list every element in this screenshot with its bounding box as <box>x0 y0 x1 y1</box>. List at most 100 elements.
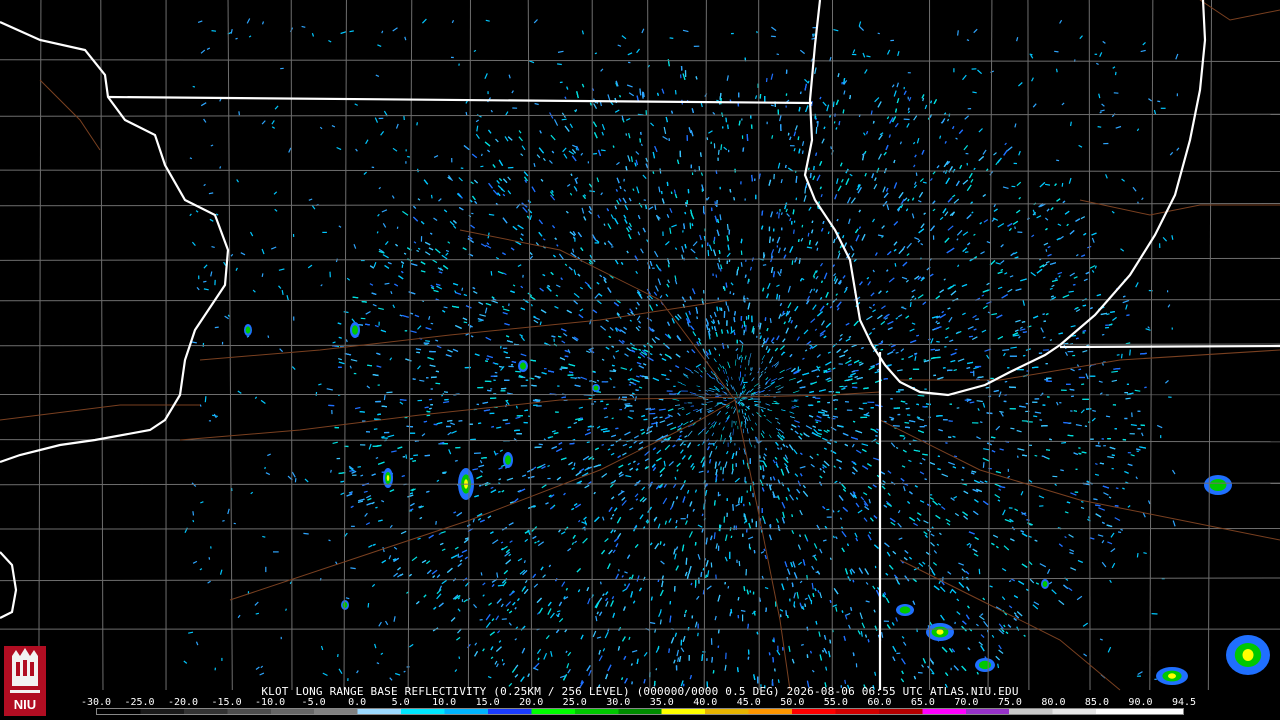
echo-dash <box>1130 424 1137 427</box>
echo-dash <box>424 251 431 256</box>
echo-dash <box>366 502 372 506</box>
echo-dash <box>916 334 920 337</box>
echo-dash <box>558 529 561 533</box>
echo-dash <box>641 486 646 491</box>
echo-dash <box>1022 354 1026 357</box>
echo-dash <box>1018 196 1021 200</box>
echo-dash <box>1115 487 1119 490</box>
echo-dash <box>796 336 800 341</box>
echo-dash <box>653 250 659 258</box>
echo-dash <box>811 582 814 590</box>
echo-dash <box>738 560 741 567</box>
echo-dash <box>498 478 502 481</box>
echo-dash <box>545 502 549 505</box>
echo-dash <box>1016 209 1021 214</box>
echo-dash <box>794 125 798 131</box>
echo-dash <box>632 188 635 191</box>
echo-dash <box>880 320 886 326</box>
echo-dash <box>814 588 817 592</box>
echo-dash <box>554 305 559 309</box>
echo-dash <box>711 326 714 330</box>
echo-dash <box>628 233 632 240</box>
echo-dash <box>645 157 649 163</box>
echo-dash <box>658 408 666 411</box>
echo-dash <box>488 602 492 606</box>
echo-dash <box>711 432 714 437</box>
echo-dash <box>816 354 821 358</box>
echo-dash <box>620 367 628 370</box>
echo-dash <box>665 378 670 381</box>
echo-dash <box>487 149 490 153</box>
echo-dash <box>475 133 480 139</box>
echo-dash <box>419 379 425 382</box>
echo-dash <box>885 290 889 293</box>
echo-dash <box>717 367 720 371</box>
echo-dash <box>818 631 821 637</box>
echo-dash <box>505 601 512 607</box>
echo-dash <box>677 407 684 410</box>
echo-dash <box>567 651 572 657</box>
echo-dash <box>486 355 493 359</box>
echo-dash <box>638 386 643 389</box>
echo-dash <box>689 675 692 680</box>
echo-dash <box>845 359 852 365</box>
echo-dash <box>454 546 459 550</box>
echo-dash <box>895 617 898 622</box>
echo-dash <box>713 532 716 540</box>
echo-dash <box>980 634 985 638</box>
echo-dash <box>649 318 653 322</box>
echo-dash <box>565 587 568 591</box>
echo-dash <box>652 377 660 382</box>
echo-dash <box>520 353 527 357</box>
echo-dash <box>887 470 892 474</box>
echo-dash <box>1111 370 1118 373</box>
echo-dash <box>411 556 418 562</box>
echo-dash <box>506 608 509 612</box>
echo-dash <box>657 523 661 529</box>
echo-dash <box>833 465 836 468</box>
echo-dash <box>828 650 831 658</box>
echo-dash <box>793 229 795 234</box>
echo-dash <box>496 426 502 429</box>
echo-dash <box>681 245 685 253</box>
echo-dash <box>930 533 935 537</box>
echo-dash <box>653 291 658 296</box>
echo-dash <box>776 236 781 244</box>
echo-dash <box>779 115 782 122</box>
echo-dash <box>583 194 587 197</box>
echo-dash <box>514 664 519 669</box>
echo-dash <box>885 597 890 604</box>
echo-dash <box>684 571 688 577</box>
echo-dash <box>625 133 628 136</box>
echo-dash <box>479 314 486 317</box>
echo-dash <box>821 138 825 144</box>
echo-dash <box>491 296 495 299</box>
echo-dash <box>674 275 677 281</box>
echo-dash <box>509 501 514 504</box>
echo-dash <box>445 249 450 253</box>
echo-dash <box>948 461 956 466</box>
echo-dash <box>699 234 702 241</box>
echo-dash <box>1008 605 1013 609</box>
echo-dash <box>807 594 812 602</box>
echo-dash <box>501 305 505 308</box>
echo-dash <box>777 679 780 684</box>
echo-dash <box>912 141 916 145</box>
echo-dash <box>440 531 446 534</box>
echo-dash <box>962 231 969 236</box>
echo-dash <box>555 294 559 297</box>
echo-dash <box>817 432 822 436</box>
echo-dash <box>772 639 774 643</box>
echo-dash <box>1033 601 1040 606</box>
echo-dash <box>1043 242 1049 246</box>
echo-dash <box>1032 604 1039 610</box>
echo-dash <box>508 522 514 526</box>
echo-dash <box>389 489 395 493</box>
echo-dash <box>858 361 862 364</box>
echo-dash <box>919 462 923 465</box>
echo-dash <box>994 493 1001 499</box>
echo-dash <box>932 171 936 175</box>
echo-dash <box>803 329 809 335</box>
echo-dash <box>1105 415 1111 418</box>
echo-dash <box>959 164 963 169</box>
